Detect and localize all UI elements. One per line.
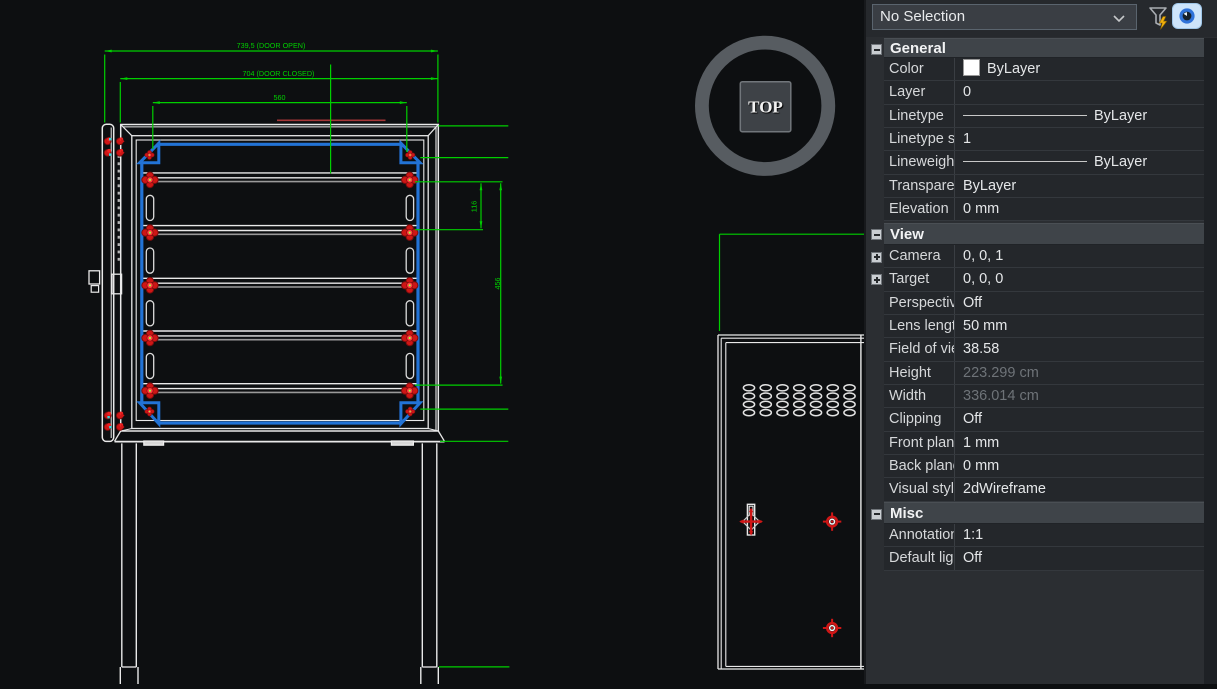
svg-text:456: 456 — [493, 278, 502, 290]
svg-text:116: 116 — [469, 201, 478, 212]
svg-text:704 (DOOR CLOSED): 704 (DOOR CLOSED) — [243, 69, 315, 78]
svg-text:739,5 (DOOR OPEN): 739,5 (DOOR OPEN) — [237, 41, 306, 50]
svg-text:TOP: TOP — [748, 98, 783, 117]
svg-text:560: 560 — [274, 93, 286, 102]
